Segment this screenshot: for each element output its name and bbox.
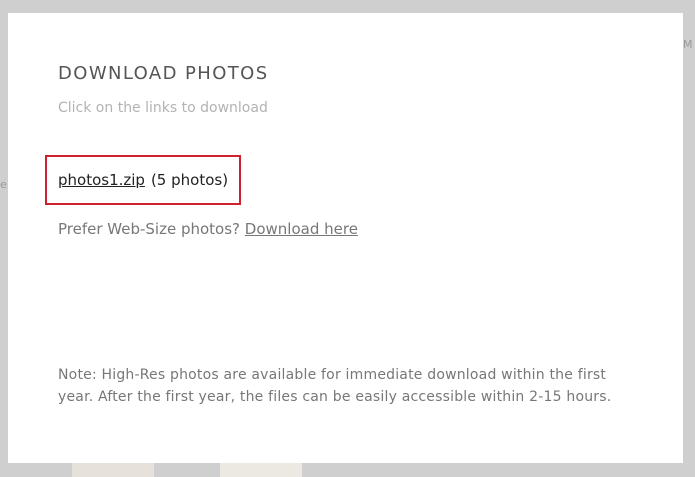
download-photos-modal: DOWNLOAD PHOTOS Click on the links to do… [8,13,683,463]
photo-count: (5 photos) [150,171,229,189]
background-text-fragment: e [0,178,7,191]
modal-subtitle: Click on the links to download [58,100,268,116]
websize-download-link[interactable]: Download here [245,220,358,238]
availability-note: Note: High-Res photos are available for … [58,367,612,405]
websize-prompt: Prefer Web-Size photos? [58,220,241,238]
background-text-fragment: M [683,38,693,51]
modal-title: DOWNLOAD PHOTOS [58,63,269,84]
websize-download-row: Prefer Web-Size photos? Download here [58,220,358,238]
file-download-item: photos1.zip (5 photos) [45,155,241,205]
photos-zip-download-link[interactable]: photos1.zip [58,171,145,189]
background-photo-thumbnail [72,463,154,477]
background-photo-thumbnail [220,463,302,477]
